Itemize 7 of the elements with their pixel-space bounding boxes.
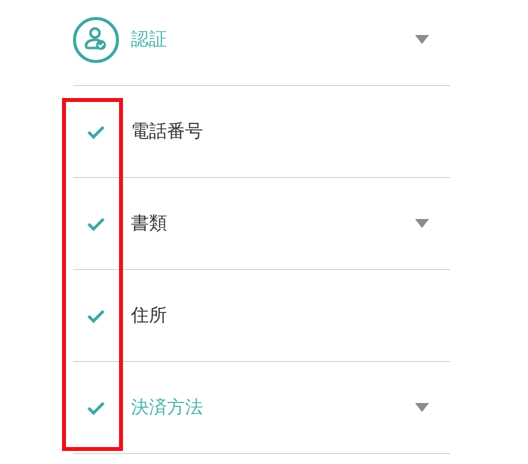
- user-check-icon: [73, 16, 119, 62]
- step-label[interactable]: 書類: [131, 210, 415, 237]
- step-label[interactable]: 電話番号: [131, 118, 429, 145]
- dropdown-arrow-icon[interactable]: [415, 403, 429, 412]
- dropdown-arrow-icon[interactable]: [415, 219, 429, 228]
- step-label[interactable]: 住所: [131, 302, 429, 329]
- dropdown-arrow-icon[interactable]: [415, 35, 429, 44]
